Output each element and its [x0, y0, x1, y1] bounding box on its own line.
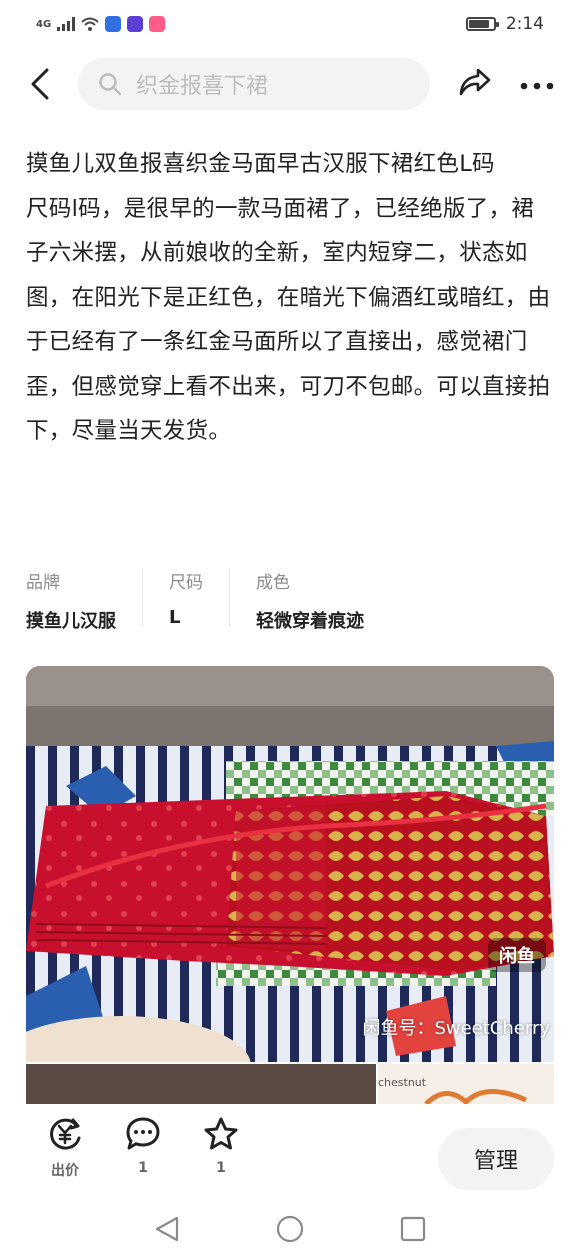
product-text: 摸鱼儿双鱼报喜织金马面早古汉服下裙红色L码 尺码l码，是很早的一款马面裙了，已经… [26, 142, 556, 454]
divider [229, 568, 230, 626]
share-button[interactable] [458, 67, 492, 101]
offer-label: 出价 [51, 1163, 79, 1179]
attribute-value: 轻微穿着痕迹 [256, 611, 364, 632]
status-icons: 4G [36, 16, 166, 32]
search-icon [99, 73, 122, 96]
attribute-size: 尺码 L [169, 568, 203, 633]
favorite-count: 1 [216, 1160, 226, 1176]
clock: 2:14 [505, 14, 544, 34]
status-bar: 4G 2:14 [0, 0, 580, 48]
more-dots-icon [520, 82, 554, 89]
photo-watermark: 闲鱼号：SweetCherry [362, 1018, 550, 1039]
star-icon [204, 1117, 238, 1150]
divider [142, 568, 143, 626]
product-description: 尺码l码，是很早的一款马面裙了，已经绝版了，裙子六米摆，从前娘收的全新，室内短穿… [26, 195, 551, 445]
home-circle-icon[interactable] [276, 1215, 304, 1243]
product-attributes: 品牌 摸鱼儿汉服 尺码 L 成色 轻微穿着痕迹 [26, 568, 556, 633]
system-nav-bar [0, 1200, 580, 1257]
xianyu-logo: 闲鱼 [488, 938, 546, 972]
photo-illustration [26, 666, 554, 1062]
attribute-key: 尺码 [169, 573, 203, 593]
manage-button[interactable]: 管理 [438, 1128, 554, 1190]
battery-level [468, 20, 490, 28]
favorite-button[interactable]: 1 [182, 1116, 260, 1176]
app-notification-icon [105, 16, 122, 32]
chevron-left-icon [31, 68, 49, 100]
yuan-offer-icon [50, 1118, 81, 1150]
recents-square-icon[interactable] [400, 1216, 426, 1242]
wifi-icon [81, 17, 99, 31]
attribute-key: 成色 [256, 573, 290, 593]
share-icon [459, 68, 491, 96]
app-notification-icon [149, 16, 166, 32]
photo-illustration [26, 1064, 554, 1104]
attribute-brand: 品牌 摸鱼儿汉服 [26, 568, 116, 633]
product-title: 摸鱼儿双鱼报喜织金马面早古汉服下裙红色L码 [26, 151, 495, 177]
second-product-photo[interactable] [26, 1064, 554, 1104]
comment-icon [126, 1117, 160, 1150]
more-button[interactable] [520, 75, 554, 94]
attribute-value: 摸鱼儿汉服 [26, 611, 116, 632]
photo-watermark-small: chestnut [378, 1076, 427, 1089]
offer-button[interactable]: 出价 [26, 1116, 104, 1180]
top-nav: 织金报喜下裙 [0, 55, 580, 113]
comment-button[interactable]: 1 [104, 1116, 182, 1176]
back-button[interactable] [20, 64, 60, 104]
back-triangle-icon[interactable] [154, 1215, 180, 1243]
app-notification-icon [127, 16, 144, 32]
product-photo[interactable] [26, 666, 554, 1062]
attribute-value: L [169, 607, 181, 628]
network-type: 4G [36, 18, 52, 30]
signal-icon [57, 17, 76, 31]
battery-icon [465, 17, 499, 31]
search-input[interactable]: 织金报喜下裙 [78, 58, 430, 110]
attribute-condition: 成色 轻微穿着痕迹 [256, 568, 364, 633]
comment-count: 1 [138, 1160, 148, 1176]
bottom-action-bar: 出价 1 1 管理 [0, 1104, 580, 1200]
attribute-key: 品牌 [26, 573, 60, 593]
search-placeholder: 织金报喜下裙 [136, 74, 269, 99]
